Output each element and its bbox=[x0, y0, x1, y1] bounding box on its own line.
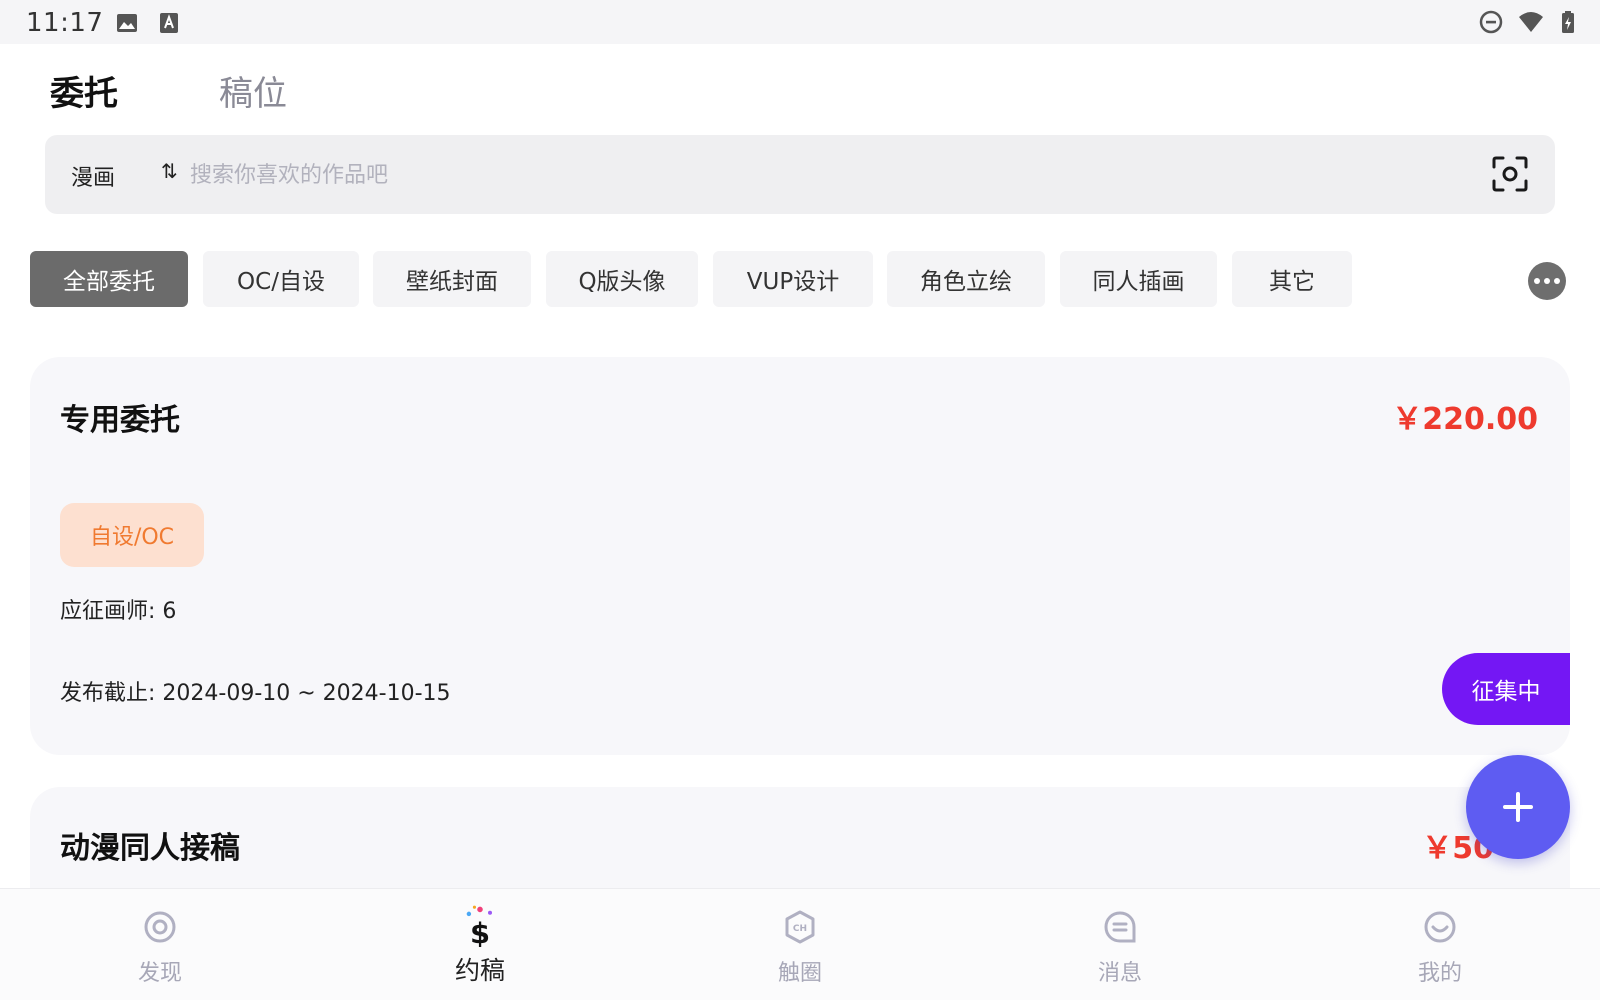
keyboard-a-icon bbox=[160, 13, 178, 33]
scan-icon[interactable] bbox=[1491, 155, 1529, 193]
bottom-navigation: 发现 $ 约稿 CH 触圈 消息 我的 bbox=[0, 888, 1600, 1000]
nav-item-profile[interactable]: 我的 bbox=[1340, 889, 1540, 1000]
more-categories-button[interactable] bbox=[1528, 262, 1566, 300]
commission-card[interactable]: 专用委托 ￥220.00 自设/OC 应征画师: 6 发布截止: 2024-09… bbox=[30, 357, 1570, 755]
circle-hexagon-icon: CH bbox=[785, 910, 815, 944]
svg-text:$: $ bbox=[470, 916, 490, 947]
card-price: ￥220.00 bbox=[1392, 402, 1538, 437]
status-badge[interactable]: 征集中 bbox=[1442, 653, 1570, 725]
nav-item-discover[interactable]: 发现 bbox=[60, 889, 260, 1000]
nav-label: 触圈 bbox=[777, 961, 822, 986]
discover-icon bbox=[144, 911, 176, 943]
card-title: 动漫同人接稿 bbox=[60, 831, 240, 866]
search-category-selector[interactable]: 漫画 bbox=[71, 160, 115, 192]
profile-smile-icon bbox=[1424, 911, 1456, 943]
nav-label: 我的 bbox=[1417, 961, 1462, 986]
category-chip-oc[interactable]: OC/自设 bbox=[203, 251, 359, 307]
svg-text:CH: CH bbox=[793, 924, 807, 934]
nav-item-circle[interactable]: CH 触圈 bbox=[700, 889, 900, 1000]
category-chip-q-avatar[interactable]: Q版头像 bbox=[546, 251, 698, 307]
do-not-disturb-icon bbox=[1479, 10, 1503, 34]
card-applicants: 应征画师: 6 bbox=[60, 599, 177, 624]
search-bar: 漫画 ⇅ bbox=[45, 135, 1555, 214]
search-input[interactable] bbox=[190, 155, 1440, 195]
app-screen: 11:17 委托 稿位 漫画 ⇅ 搜索你喜欢的作品吧 全部委托 OC/自设 壁纸… bbox=[0, 0, 1600, 1000]
card-tag: 自设/OC bbox=[60, 503, 204, 567]
category-chip-wallpaper[interactable]: 壁纸封面 bbox=[373, 251, 531, 307]
dollar-commission-icon: $ bbox=[466, 905, 492, 947]
nav-item-commission[interactable]: $ 约稿 bbox=[380, 889, 580, 1000]
more-dot bbox=[1554, 278, 1560, 284]
category-chip-fanart[interactable]: 同人插画 bbox=[1060, 251, 1217, 307]
message-icon bbox=[1104, 911, 1136, 943]
nav-label: 约稿 bbox=[454, 956, 505, 985]
sort-icon[interactable]: ⇅ bbox=[161, 159, 178, 183]
status-bar: 11:17 bbox=[0, 0, 1600, 44]
more-dot bbox=[1544, 278, 1550, 284]
wifi-icon bbox=[1519, 12, 1543, 32]
battery-charging-icon bbox=[1562, 11, 1574, 33]
nav-item-messages[interactable]: 消息 bbox=[1020, 889, 1220, 1000]
tab-slots[interactable]: 稿位 bbox=[219, 66, 287, 115]
category-chip-other[interactable]: 其它 bbox=[1232, 251, 1352, 307]
category-chip-character[interactable]: 角色立绘 bbox=[887, 251, 1045, 307]
nav-label: 发现 bbox=[137, 961, 182, 986]
image-icon bbox=[117, 14, 137, 32]
nav-label: 消息 bbox=[1097, 961, 1142, 986]
status-time: 11:17 bbox=[26, 8, 104, 38]
add-commission-button[interactable] bbox=[1466, 755, 1570, 859]
tab-commission[interactable]: 委托 bbox=[50, 66, 118, 115]
more-dot bbox=[1534, 278, 1540, 284]
category-chip-vup[interactable]: VUP设计 bbox=[713, 251, 873, 307]
plus-icon bbox=[1503, 792, 1533, 822]
category-chip-all[interactable]: 全部委托 bbox=[30, 251, 188, 307]
card-deadline: 发布截止: 2024-09-10 ~ 2024-10-15 bbox=[60, 681, 451, 706]
card-title: 专用委托 bbox=[60, 403, 180, 438]
